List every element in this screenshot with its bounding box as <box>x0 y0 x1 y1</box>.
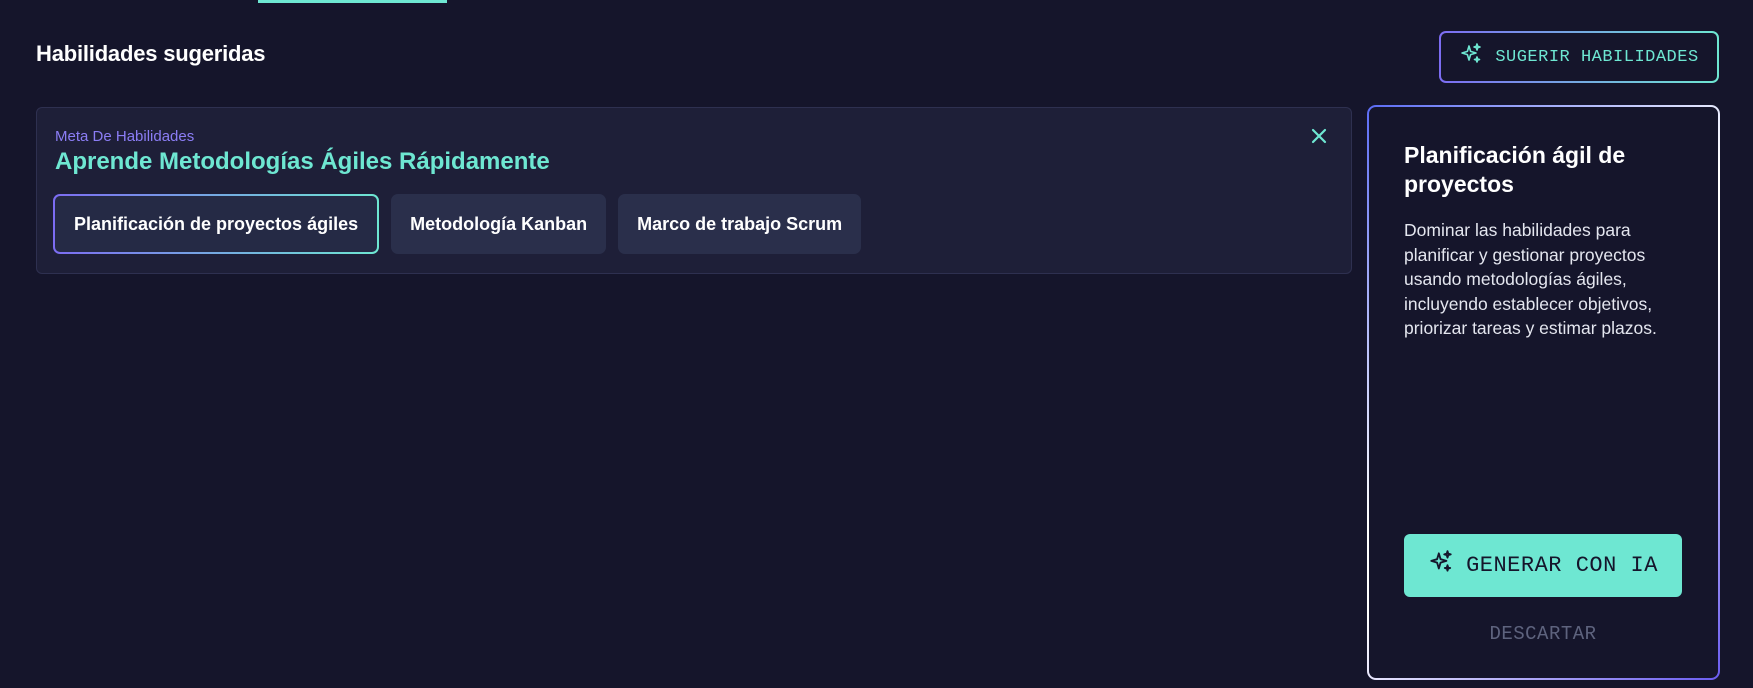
skill-chip-list: Planificación de proyectos ágiles Metodo… <box>53 194 862 254</box>
goal-title: Aprende Metodologías Ágiles Rápidamente <box>55 148 550 175</box>
sparkles-icon <box>1459 42 1483 72</box>
close-icon <box>1310 127 1328 150</box>
suggested-skills-page: Habilidades sugeridas SUGERIR HABILIDADE… <box>0 0 1753 688</box>
suggest-skills-button[interactable]: SUGERIR HABILIDADES <box>1439 31 1719 83</box>
dismiss-button[interactable]: DESCARTAR <box>1404 619 1682 649</box>
suggest-skills-label: SUGERIR HABILIDADES <box>1495 47 1699 67</box>
generate-with-ai-button[interactable]: GENERAR CON IA <box>1404 534 1682 597</box>
skill-chip-kanban[interactable]: Metodología Kanban <box>391 194 607 254</box>
close-goal-button[interactable] <box>1307 126 1331 150</box>
skill-detail-title: Planificación ágil de proyectos <box>1404 142 1626 197</box>
skill-detail-panel: Planificación ágil de proyectos Dominar … <box>1367 105 1720 680</box>
active-tab-indicator <box>258 0 447 3</box>
goal-kicker: Meta De Habilidades <box>55 128 195 145</box>
sparkles-icon <box>1428 549 1454 582</box>
skill-detail-description: Dominar las habilidades para planificar … <box>1404 220 1657 339</box>
skill-chip-agile-planning[interactable]: Planificación de proyectos ágiles <box>53 194 379 254</box>
generate-with-ai-label: GENERAR CON IA <box>1466 553 1658 578</box>
section-title: Habilidades sugeridas <box>36 41 266 66</box>
skill-chip-scrum[interactable]: Marco de trabajo Scrum <box>618 194 862 254</box>
skill-goal-card: Meta De Habilidades Aprende Metodologías… <box>36 107 1352 274</box>
